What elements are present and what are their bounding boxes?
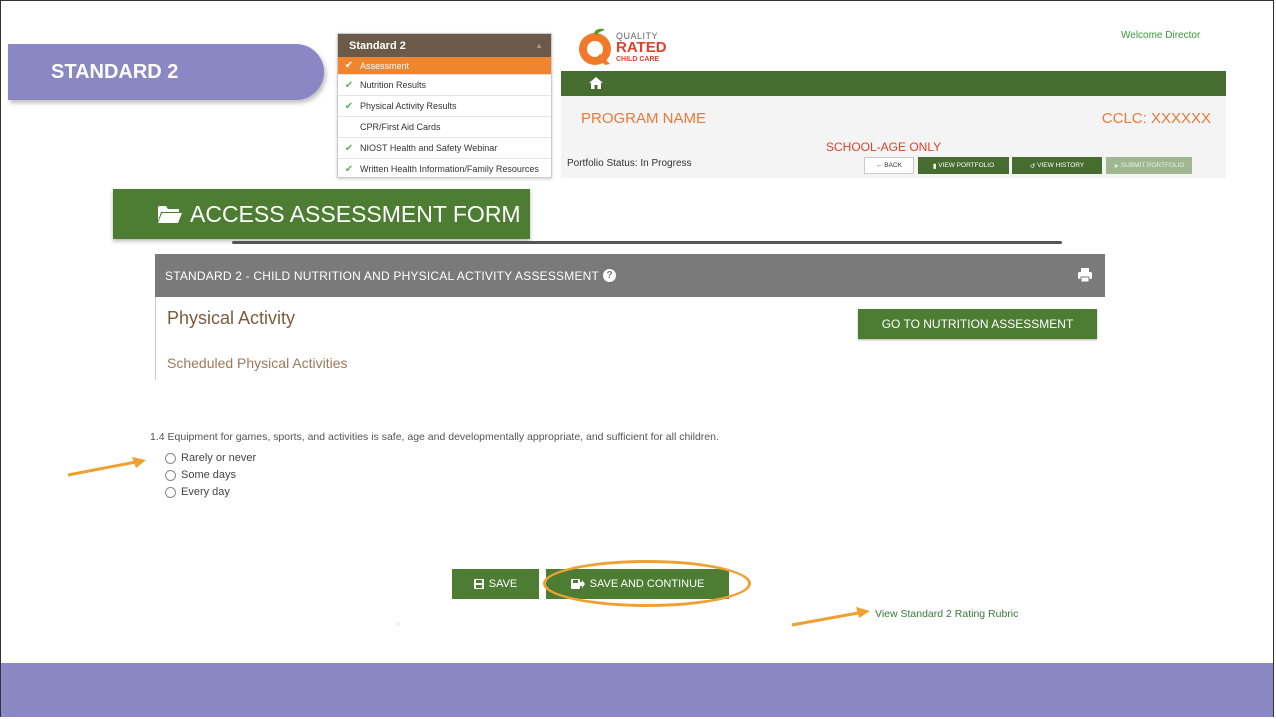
help-icon[interactable]: ? xyxy=(603,269,617,282)
view-rubric-link[interactable]: View Standard 2 Rating Rubric xyxy=(875,608,1018,620)
question-text: 1.4 Equipment for games, sports, and act… xyxy=(150,431,719,443)
panel-left-border xyxy=(155,297,156,380)
option-every-day[interactable]: Every day xyxy=(165,486,230,498)
school-age-label: SCHOOL-AGE ONLY xyxy=(826,140,942,154)
check-icon: ✔ xyxy=(344,142,354,154)
nav-item-nutrition-results[interactable]: ✔ Nutrition Results xyxy=(338,75,551,96)
nav-item-written-health-info[interactable]: ✔ Written Health Information/Family Reso… xyxy=(338,159,551,179)
divider xyxy=(398,622,399,626)
welcome-text[interactable]: Welcome Director xyxy=(1121,30,1200,41)
radio-button[interactable] xyxy=(165,469,176,481)
check-icon: ✔ xyxy=(344,163,354,175)
history-icon: ↺ xyxy=(1029,162,1038,170)
section-title: Physical Activity xyxy=(167,308,296,328)
cclc-number: CCLC: XXXXXX xyxy=(1101,110,1211,127)
highlight-circle xyxy=(543,560,751,607)
option-some-days[interactable]: Some days xyxy=(165,469,236,481)
nav-item-assessment[interactable]: ✔ Assessment xyxy=(338,57,551,75)
standard-nav-menu: Standard 2 ▲ ✔ Assessment ✔ Nutrition Re… xyxy=(337,33,552,178)
top-nav-bar xyxy=(561,71,1226,96)
nav-item-niost-webinar[interactable]: ✔ NIOST Health and Safety Webinar xyxy=(338,138,551,159)
print-icon[interactable] xyxy=(1077,267,1093,283)
slide-title-banner: STANDARD 2 xyxy=(8,44,324,100)
chevron-up-icon: ▲ xyxy=(535,41,543,50)
assessment-title: STANDARD 2 - CHILD NUTRITION AND PHYSICA… xyxy=(165,268,600,283)
standard-nav-header[interactable]: Standard 2 ▲ xyxy=(338,34,551,57)
slide-title: STANDARD 2 xyxy=(51,60,179,83)
arrow-annotation-icon xyxy=(791,607,870,627)
connector-line xyxy=(232,241,1062,244)
arrow-left-icon: ← xyxy=(875,162,885,169)
home-icon[interactable] xyxy=(589,77,603,89)
program-panel: PROGRAM NAME CCLC: XXXXXX SCHOOL-AGE ONL… xyxy=(561,96,1226,178)
send-icon: ➤ xyxy=(1113,162,1121,170)
arrow-annotation-icon xyxy=(67,457,146,477)
access-assessment-form-button[interactable]: ACCESS ASSESSMENT FORM xyxy=(113,189,530,239)
option-rarely-or-never[interactable]: Rarely or never xyxy=(165,452,256,464)
floppy-icon xyxy=(473,579,484,589)
back-button[interactable]: ← BACK xyxy=(864,157,914,174)
view-history-button[interactable]: ↺ VIEW HISTORY xyxy=(1012,157,1102,174)
save-button[interactable]: SAVE xyxy=(452,569,539,599)
check-icon: ✔ xyxy=(344,100,354,112)
check-icon: ✔ xyxy=(344,60,354,71)
view-portfolio-button[interactable]: ▮ VIEW PORTFOLIO xyxy=(918,157,1009,174)
submit-portfolio-button[interactable]: ➤ SUBMIT PORTFOLIO xyxy=(1106,157,1192,174)
q-logo-icon xyxy=(579,28,611,65)
go-to-nutrition-button[interactable]: GO TO NUTRITION ASSESSMENT xyxy=(858,309,1097,339)
radio-button[interactable] xyxy=(165,486,176,498)
slide-footer-band xyxy=(1,663,1273,717)
check-icon: ✔ xyxy=(344,79,354,91)
nav-item-cpr-first-aid[interactable]: CPR/First Aid Cards xyxy=(338,117,551,138)
folder-open-icon xyxy=(158,206,182,223)
nav-item-physical-activity-results[interactable]: ✔ Physical Activity Results xyxy=(338,96,551,117)
program-name: PROGRAM NAME xyxy=(581,110,707,127)
quality-rated-logo: QUALITY RATED CHILD CARE xyxy=(576,27,686,69)
portfolio-status: Portfolio Status: In Progress xyxy=(567,158,692,169)
radio-button[interactable] xyxy=(165,452,176,464)
subsection-title: Scheduled Physical Activities xyxy=(167,355,348,371)
assessment-header: STANDARD 2 - CHILD NUTRITION AND PHYSICA… xyxy=(155,254,1105,297)
